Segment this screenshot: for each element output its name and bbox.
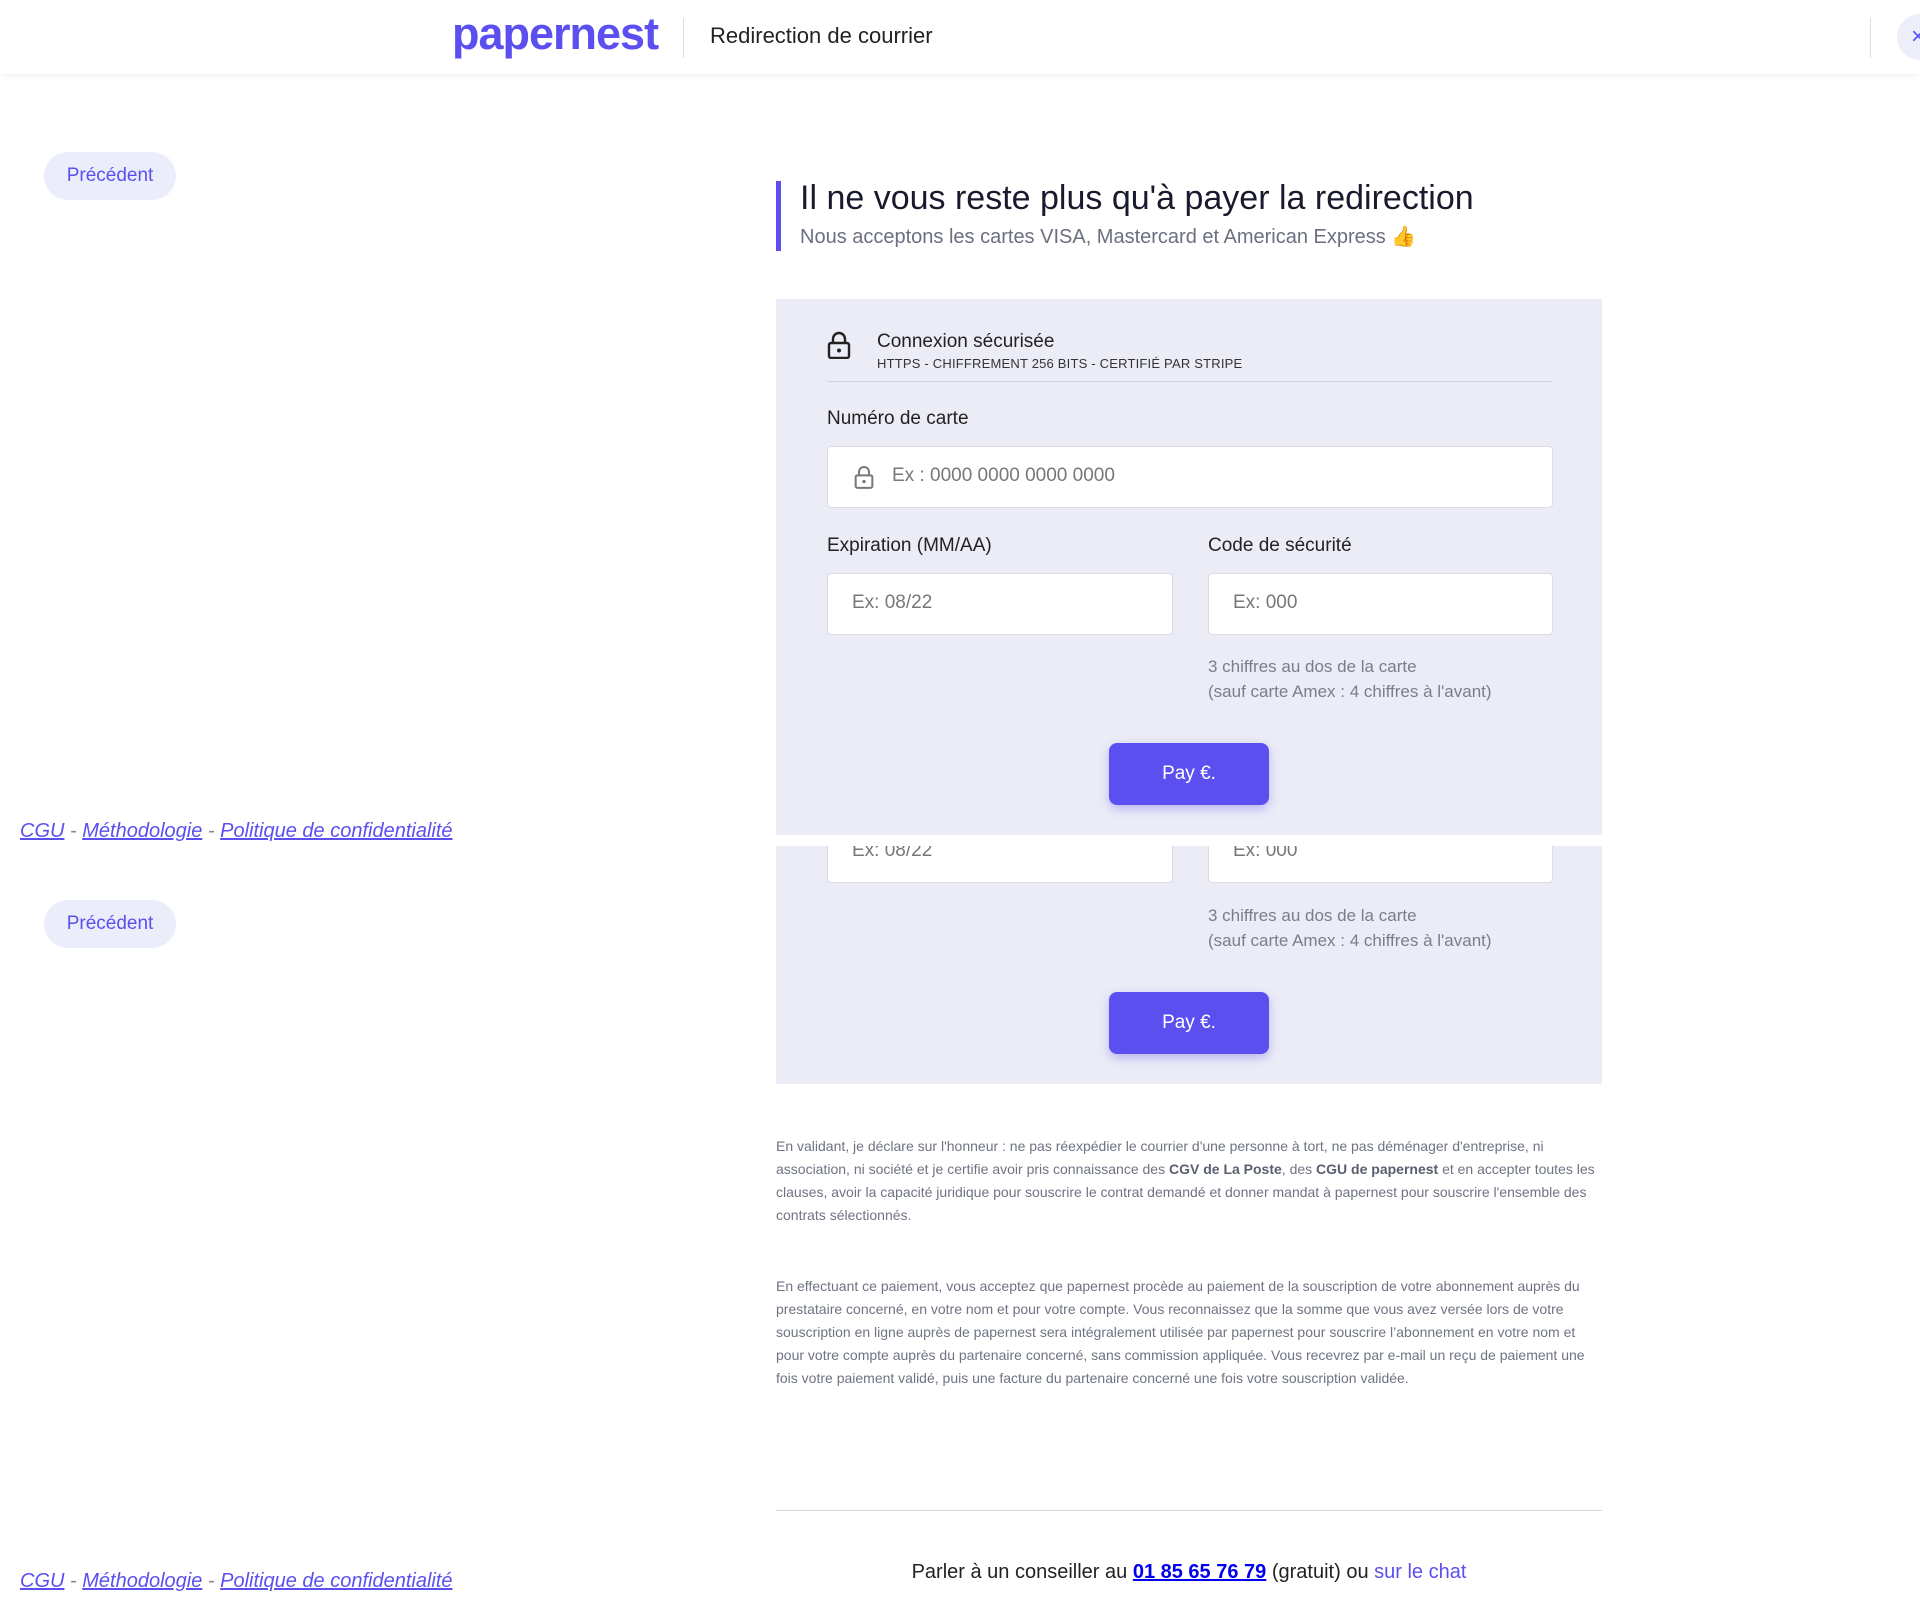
card-number-placeholder: Ex : 0000 0000 0000 0000 xyxy=(892,465,1115,486)
pay-button[interactable]: Pay €. xyxy=(1109,743,1269,805)
secure-connection: Connexion sécurisée HTTPS - CHIFFREMENT … xyxy=(827,329,1553,382)
secure-subtitle: HTTPS - CHIFFREMENT 256 BITS - CERTIFIÉ … xyxy=(877,356,1243,371)
link-separator: - xyxy=(70,820,77,842)
cgu-link[interactable]: CGU xyxy=(20,820,64,842)
header-divider xyxy=(683,18,684,58)
phone-link[interactable]: 01 85 65 76 79 xyxy=(1133,1561,1266,1583)
security-code-placeholder: Ex: 000 xyxy=(1233,846,1298,861)
security-code-input[interactable]: Ex: 000 xyxy=(1208,573,1553,635)
page-title: Il ne vous reste plus qu'à payer la redi… xyxy=(800,179,1474,217)
previous-button[interactable]: Précédent xyxy=(44,152,176,200)
cgu-link[interactable]: CGU xyxy=(20,1570,64,1592)
methodologie-link[interactable]: Méthodologie xyxy=(82,1570,202,1592)
expiration-input-duplicate[interactable]: Ex: 08/22 xyxy=(827,846,1173,883)
legal-text: , des xyxy=(1281,1161,1317,1177)
pay-button-duplicate[interactable]: Pay €. xyxy=(1109,992,1269,1054)
advisor-contact: Parler à un conseiller au 01 85 65 76 79… xyxy=(776,1561,1602,1584)
expiration-placeholder: Ex: 08/22 xyxy=(852,846,933,861)
page-subtitle: Nous acceptons les cartes VISA, Masterca… xyxy=(800,226,1417,248)
cgv-la-poste: CGV de La Poste xyxy=(1168,1161,1282,1177)
title-accent-bar xyxy=(776,181,781,251)
privacy-policy-link[interactable]: Politique de confidentialité xyxy=(220,820,452,842)
payment-panel-duplicate: Ex: 08/22 Ex: 000 3 chiffres au dos de l… xyxy=(776,846,1602,1084)
advisor-middle: (gratuit) ou xyxy=(1266,1561,1375,1583)
link-separator: - xyxy=(70,1570,77,1592)
legal-declaration: En validant, je déclare sur l'honneur : … xyxy=(776,1135,1602,1227)
footer-links: CGU - Méthodologie - Politique de confid… xyxy=(20,820,453,843)
close-icon[interactable]: × xyxy=(1897,14,1920,60)
advisor-prefix: Parler à un conseiller au xyxy=(911,1561,1133,1583)
security-code-placeholder: Ex: 000 xyxy=(1233,592,1298,613)
expiration-input[interactable]: Ex: 08/22 xyxy=(827,573,1173,635)
footer-divider xyxy=(776,1510,1602,1511)
expiration-label: Expiration (MM/AA) xyxy=(827,535,992,556)
hint-line-2: (sauf carte Amex : 4 chiffres à l'avant) xyxy=(1208,931,1492,950)
papernest-logo[interactable]: papernest xyxy=(452,8,659,60)
footer-links-bottom: CGU - Méthodologie - Politique de confid… xyxy=(20,1570,453,1593)
lock-icon xyxy=(854,466,874,489)
security-code-label: Code de sécurité xyxy=(1208,535,1352,556)
link-separator: - xyxy=(207,1570,215,1592)
security-code-hint-duplicate: 3 chiffres au dos de la carte (sauf cart… xyxy=(1208,903,1492,953)
methodologie-link[interactable]: Méthodologie xyxy=(82,820,202,842)
hint-line-1: 3 chiffres au dos de la carte xyxy=(1208,657,1417,676)
header-title: Redirection de courrier xyxy=(710,23,933,48)
top-header: papernest Redirection de courrier × xyxy=(0,0,1920,74)
header-right-divider xyxy=(1870,18,1871,58)
hint-line-2: (sauf carte Amex : 4 chiffres à l'avant) xyxy=(1208,682,1492,701)
secure-title: Connexion sécurisée xyxy=(877,331,1055,352)
hint-line-1: 3 chiffres au dos de la carte xyxy=(1208,906,1417,925)
card-number-label: Numéro de carte xyxy=(827,408,969,429)
link-separator: - xyxy=(207,820,215,842)
security-code-hint: 3 chiffres au dos de la carte (sauf cart… xyxy=(1208,654,1492,704)
chat-link[interactable]: sur le chat xyxy=(1374,1561,1466,1583)
payment-panel: Connexion sécurisée HTTPS - CHIFFREMENT … xyxy=(776,299,1602,835)
legal-payment-terms: En effectuant ce paiement, vous acceptez… xyxy=(776,1278,1585,1386)
cgu-papernest: CGU de papernest xyxy=(1316,1161,1439,1177)
privacy-policy-link[interactable]: Politique de confidentialité xyxy=(220,1570,452,1592)
previous-button-duplicate[interactable]: Précédent xyxy=(44,900,176,948)
lock-icon xyxy=(827,331,851,359)
security-code-input-duplicate[interactable]: Ex: 000 xyxy=(1208,846,1553,883)
expiration-placeholder: Ex: 08/22 xyxy=(852,592,933,613)
card-number-input[interactable]: Ex : 0000 0000 0000 0000 xyxy=(827,446,1553,508)
